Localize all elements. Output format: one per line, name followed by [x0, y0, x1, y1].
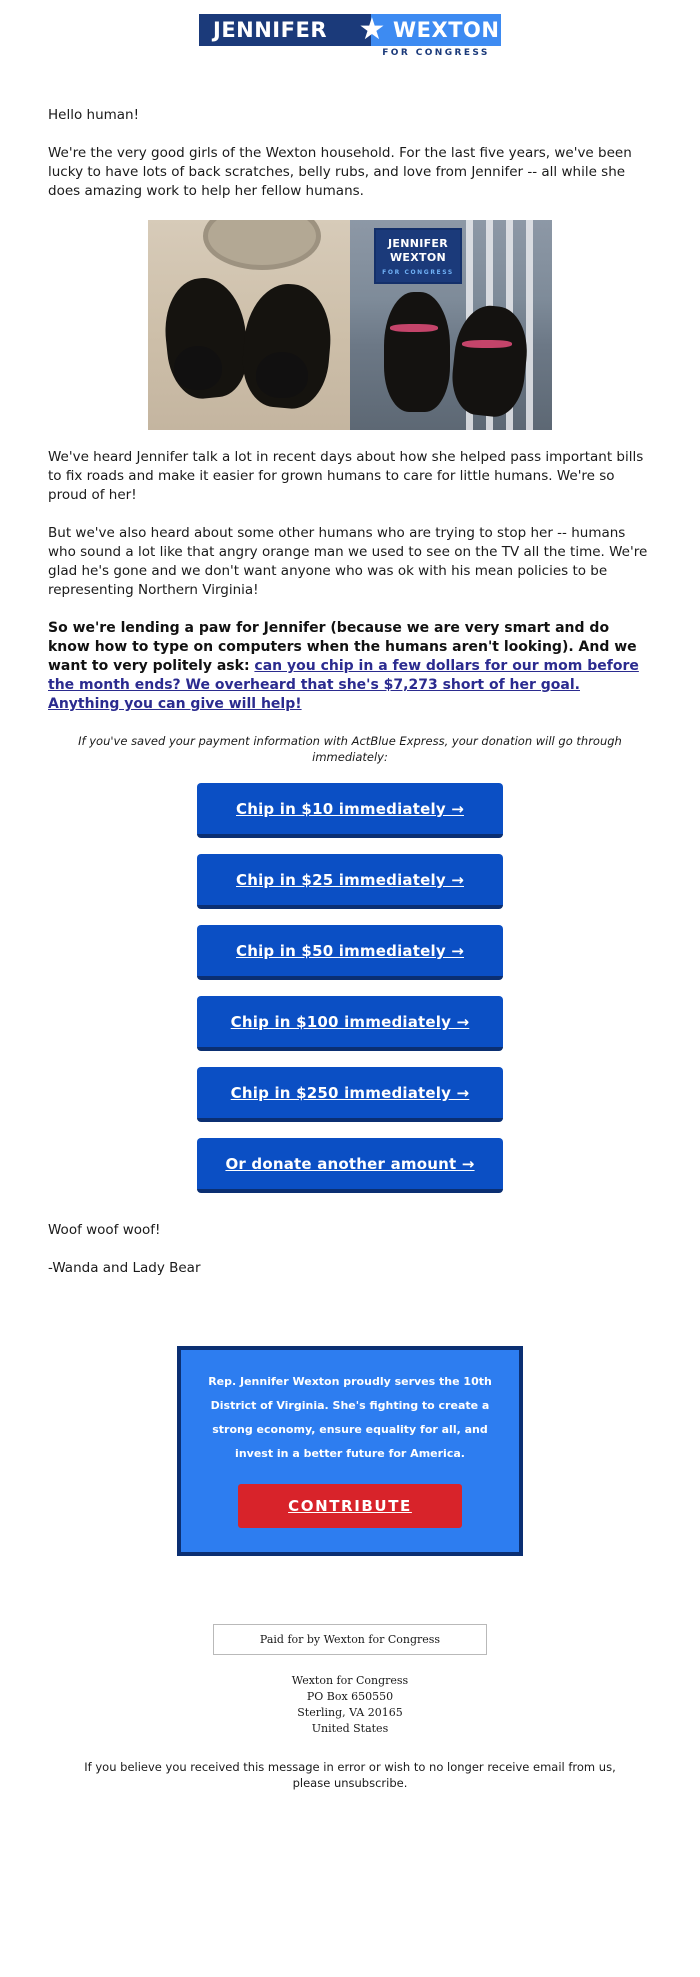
dog-head-right: [256, 352, 308, 398]
dog-head-left: [174, 346, 222, 390]
unsubscribe-notice[interactable]: If you believe you received this message…: [0, 1759, 700, 1791]
actblue-express-note: If you've saved your payment information…: [78, 734, 622, 764]
email-body: JENNIFER WEXTON ★ FOR CONGRESS Hello hum…: [0, 0, 700, 1819]
donate-button-25[interactable]: Chip in $25 immediately →: [197, 854, 503, 909]
donate-button-250[interactable]: Chip in $250 immediately →: [197, 1067, 503, 1122]
yard-sign-line-2: WEXTON: [390, 251, 446, 264]
address-line-4: United States: [311, 1722, 389, 1735]
photo-dogs-indoors: [148, 220, 350, 430]
paragraph-1: We're the very good girls of the Wexton …: [48, 145, 632, 199]
paragraph-3: But we've also heard about some other hu…: [48, 525, 648, 598]
wexton-logo[interactable]: JENNIFER WEXTON ★ FOR CONGRESS: [199, 14, 501, 62]
yard-sign-line-1: JENNIFER: [387, 237, 448, 250]
donate-button-50[interactable]: Chip in $50 immediately →: [197, 925, 503, 980]
cta-box: Rep. Jennifer Wexton proudly serves the …: [177, 1346, 523, 1556]
yard-sign: JENNIFER WEXTON FOR CONGRESS: [374, 228, 462, 284]
donate-button-10[interactable]: Chip in $10 immediately →: [197, 783, 503, 838]
email-footer: Paid for by Wexton for Congress Wexton f…: [0, 1556, 700, 1819]
star-icon: ★: [358, 12, 386, 47]
yard-sign-line-3: FOR CONGRESS: [382, 269, 454, 276]
donate-button-other[interactable]: Or donate another amount →: [197, 1138, 503, 1193]
paid-for-disclaimer: Paid for by Wexton for Congress: [212, 1624, 488, 1655]
email-content: Hello human! We're the very good girls o…: [0, 106, 700, 201]
address-line-1: Wexton for Congress: [291, 1674, 409, 1687]
logo-right-block: WEXTON: [371, 14, 501, 46]
donation-button-list: Chip in $10 immediately → Chip in $25 im…: [0, 783, 700, 1213]
address-line-3: Sterling, VA 20165: [297, 1706, 403, 1719]
donate-button-100[interactable]: Chip in $100 immediately →: [197, 996, 503, 1051]
porch-dog-left: [384, 292, 450, 412]
email-header: JENNIFER WEXTON ★ FOR CONGRESS: [0, 0, 700, 76]
signoff-line-1: Woof woof woof!: [48, 1222, 161, 1238]
logo-bar: JENNIFER WEXTON: [199, 14, 501, 46]
logo-last-name: WEXTON: [393, 18, 500, 42]
dog-collar-left: [390, 324, 438, 332]
paragraph-2: We've heard Jennifer talk a lot in recen…: [48, 449, 644, 503]
porch-rail-4: [526, 220, 533, 430]
cta-description: Rep. Jennifer Wexton proudly serves the …: [208, 1375, 492, 1460]
dog-collar-right: [462, 340, 512, 348]
email-content-lower: We've heard Jennifer talk a lot in recen…: [0, 448, 700, 765]
logo-left-block: JENNIFER: [199, 14, 371, 46]
photo-dogs-porch: JENNIFER WEXTON FOR CONGRESS: [350, 220, 552, 430]
greeting-text: Hello human!: [48, 107, 140, 123]
mailing-address: Wexton for Congress PO Box 650550 Sterli…: [0, 1673, 700, 1737]
ask-paragraph: So we're lending a paw for Jennifer (bec…: [48, 619, 652, 714]
dog-photos: JENNIFER WEXTON FOR CONGRESS: [148, 220, 552, 430]
contribute-button[interactable]: CONTRIBUTE: [238, 1484, 462, 1528]
unsubscribe-text: If you believe you received this message…: [84, 1760, 616, 1790]
logo-tagline: FOR CONGRESS: [382, 48, 490, 58]
address-line-2: PO Box 650550: [306, 1690, 394, 1703]
signoff-line-2: -Wanda and Lady Bear: [48, 1260, 201, 1276]
logo-first-name: JENNIFER: [213, 18, 327, 42]
email-signoff: Woof woof woof! -Wanda and Lady Bear: [0, 1213, 700, 1278]
